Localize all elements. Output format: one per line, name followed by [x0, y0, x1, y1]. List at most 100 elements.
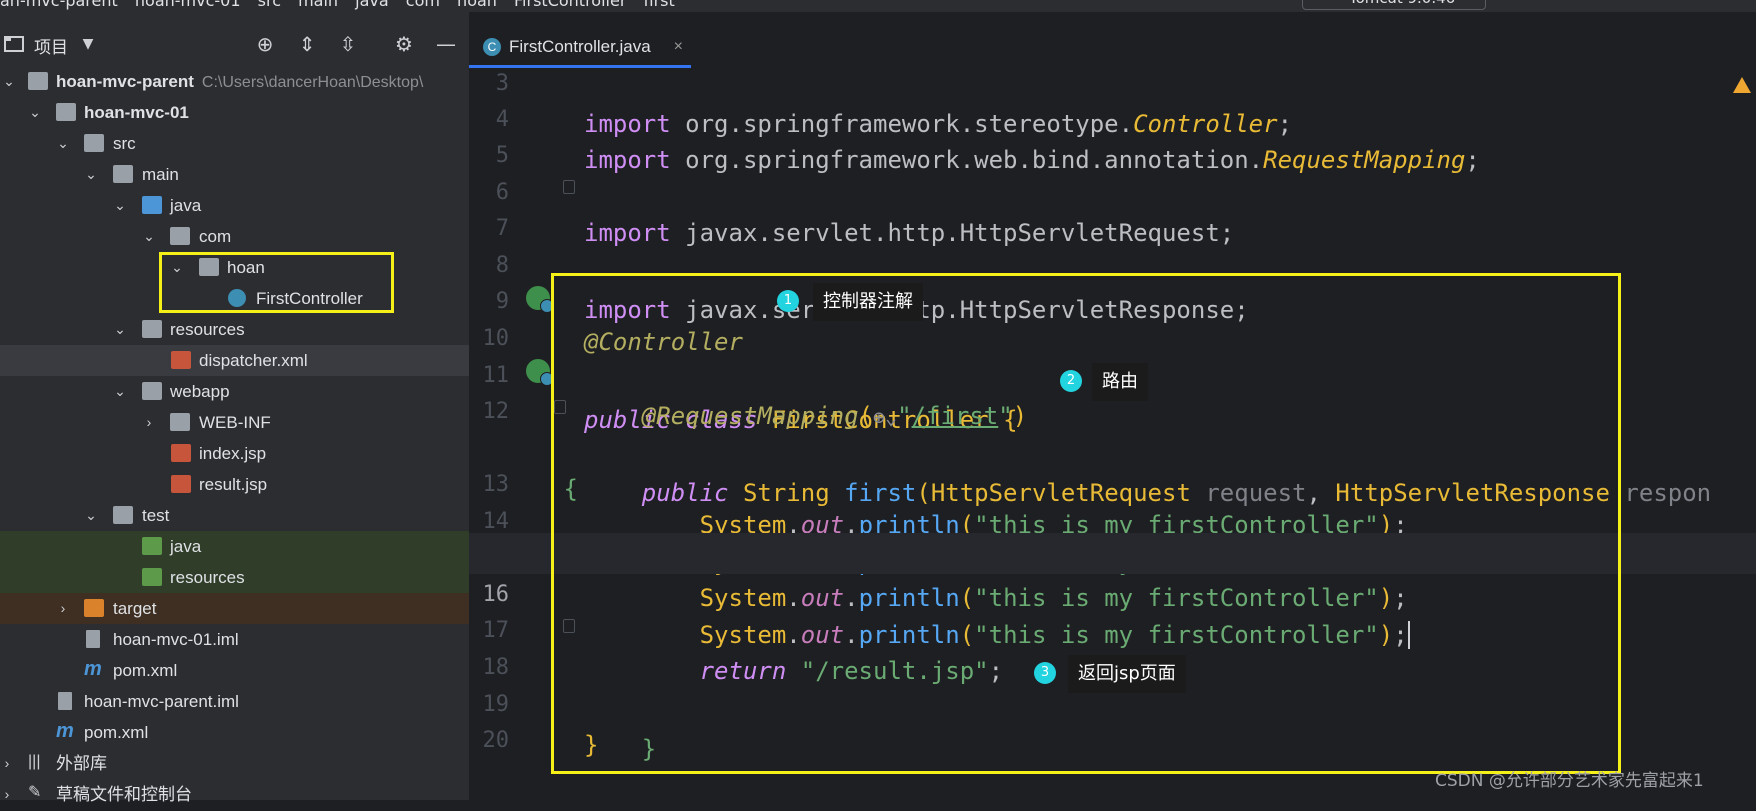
tree-item-test-resources[interactable]: resources	[0, 562, 469, 593]
fold-marker-icon[interactable]	[563, 180, 575, 194]
tree-item-resources[interactable]: ⌄ resources	[0, 314, 469, 345]
folder-icon	[113, 506, 133, 524]
annotation-badge: 1	[777, 290, 799, 312]
tree-item-label: pom.xml	[84, 723, 149, 742]
chevron-down-icon[interactable]: ⌄	[142, 221, 156, 252]
test-resources-folder-icon	[142, 568, 162, 586]
tree-item-external-libraries[interactable]: › ||| 外部库	[0, 748, 469, 779]
tree-item-hoan-mvc-parent-iml[interactable]: hoan-mvc-parent.iml	[0, 686, 469, 717]
breadcrumb-item[interactable]: hoan-mvc-01	[135, 0, 241, 10]
tree-item-label: index.jsp	[199, 444, 267, 463]
tree-item-java[interactable]: ⌄ java	[0, 190, 469, 221]
chevron-down-icon[interactable]: ⌄	[56, 128, 70, 159]
tree-item-label: hoan-mvc-01.iml	[113, 630, 239, 649]
tree-item-com[interactable]: ⌄ com	[0, 221, 469, 252]
library-icon: |||	[28, 753, 41, 770]
gear-icon[interactable]: ⚙	[392, 32, 416, 56]
project-view-title[interactable]: 项目	[34, 33, 68, 58]
scratches-icon: ✎	[28, 784, 42, 801]
chevron-down-icon[interactable]: ⌄	[113, 314, 127, 345]
chevron-right-icon[interactable]: ›	[142, 407, 156, 438]
breadcrumb-item[interactable]: hoan	[457, 0, 497, 10]
locate-icon[interactable]: ⊕	[253, 32, 277, 56]
code-line: 4 import org.springframework.web.bind.an…	[469, 58, 1756, 174]
tree-item-test-java[interactable]: java	[0, 531, 469, 562]
tree-item-scratches[interactable]: › ✎ 草稿文件和控制台	[0, 779, 469, 810]
code-line: 3 import org.springframework.stereotype.…	[469, 22, 1756, 138]
iml-file-icon	[86, 630, 100, 648]
code-line: 5	[469, 94, 1756, 168]
tree-item-label: hoan-mvc-01	[84, 103, 189, 122]
jsp-file-icon	[171, 475, 191, 493]
tree-item-label: resources	[170, 568, 245, 587]
tree-item-label: java	[170, 537, 202, 556]
tree-item-hoan-mvc-01[interactable]: ⌄ hoan-mvc-01	[0, 97, 469, 128]
tree-item-target[interactable]: › target	[0, 593, 469, 624]
tree-item-label: main	[142, 165, 179, 184]
chevron-right-icon[interactable]: ›	[0, 779, 14, 810]
tree-item-label: 外部库	[56, 754, 107, 773]
breadcrumb-item[interactable]: src	[258, 0, 281, 10]
code-line: 6 import javax.servlet.http.HttpServletR…	[469, 131, 1756, 247]
project-tool-window: 项目 ▼ ⊕ ⇕ ⇳ ⚙ — ⌄ hoan-mvc-parent C:\Users…	[0, 12, 469, 804]
breadcrumb-item[interactable]: com	[406, 0, 440, 10]
tree-item-label: dispatcher.xml	[199, 351, 308, 370]
tree-item-label: hoan-mvc-parent.iml	[84, 692, 239, 711]
tree-item-label: target	[113, 599, 157, 618]
tree-item-src[interactable]: ⌄ src	[0, 128, 469, 159]
folder-icon	[84, 134, 104, 152]
web-folder-icon	[142, 382, 162, 400]
run-configuration-select[interactable]: Tomcat 9.0.46	[1302, 0, 1486, 10]
chevron-down-icon[interactable]: ⌄	[84, 500, 98, 531]
breadcrumb-item[interactable]: java	[355, 0, 389, 10]
xml-file-icon	[171, 351, 191, 369]
breadcrumb-item[interactable]: an-mvc-parent	[0, 0, 118, 10]
tree-item-label: pom.xml	[113, 661, 178, 680]
expand-all-icon[interactable]: ⇕	[295, 32, 319, 56]
tree-item-main[interactable]: ⌄ main	[0, 159, 469, 190]
tree-item-hoan-mvc-parent[interactable]: ⌄ hoan-mvc-parent C:\Users\dancerHoan\Des…	[0, 66, 469, 97]
breadcrumb-item[interactable]: first	[643, 0, 674, 10]
chevron-down-icon[interactable]: ⌄	[113, 190, 127, 221]
warning-icon[interactable]	[1733, 77, 1751, 93]
breadcrumb-item[interactable]: FirstController	[514, 0, 626, 10]
tree-item-hoan-mvc-01-iml[interactable]: hoan-mvc-01.iml	[0, 624, 469, 655]
tree-item-label: resources	[170, 320, 245, 339]
collapse-all-icon[interactable]: ⇳	[336, 32, 360, 56]
code-line: 8	[469, 204, 1756, 278]
tree-item-parent-pom-xml[interactable]: m pom.xml	[0, 717, 469, 748]
tree-item-test[interactable]: ⌄ test	[0, 500, 469, 531]
annotation-label: 路由	[1092, 363, 1148, 401]
tree-item-label: 草稿文件和控制台	[56, 785, 192, 804]
tree-item-webapp[interactable]: ⌄ webapp	[0, 376, 469, 407]
chevron-down-icon[interactable]: ⌄	[84, 159, 98, 190]
chevron-down-icon[interactable]: ⌄	[113, 376, 127, 407]
spring-bean-gutter-icon[interactable]	[526, 286, 554, 313]
maven-icon: m	[84, 658, 102, 680]
source-folder-icon	[142, 196, 162, 214]
tree-item-label: webapp	[170, 382, 230, 401]
chevron-right-icon[interactable]: ›	[0, 748, 14, 779]
dropdown-arrow-icon[interactable]: ▼	[76, 32, 100, 56]
annotation-badge: 3	[1034, 662, 1056, 684]
jsp-file-icon	[171, 444, 191, 462]
maven-icon: m	[56, 720, 74, 742]
tree-item-label: test	[142, 506, 170, 525]
minimize-icon[interactable]: —	[434, 32, 458, 56]
module-folder-icon	[28, 72, 48, 90]
highlight-box-controller-class	[551, 273, 1621, 774]
tree-item-pom-xml[interactable]: m pom.xml	[0, 655, 469, 686]
tree-item-index-jsp[interactable]: index.jsp	[0, 438, 469, 469]
tree-item-web-inf[interactable]: › WEB-INF	[0, 407, 469, 438]
chevron-down-icon[interactable]: ⌄	[2, 66, 16, 97]
breadcrumb-item[interactable]: main	[298, 0, 338, 10]
tree-item-result-jsp[interactable]: result.jsp	[0, 469, 469, 500]
chevron-down-icon[interactable]: ⌄	[28, 97, 42, 128]
tree-item-dispatcher-xml[interactable]: dispatcher.xml	[0, 345, 469, 376]
resources-folder-icon	[142, 320, 162, 338]
chevron-right-icon[interactable]: ›	[56, 593, 70, 624]
project-folder-icon	[4, 36, 24, 52]
tree-item-label: src	[113, 134, 136, 153]
line-number: 20	[482, 728, 510, 753]
request-mapping-gutter-icon[interactable]	[526, 359, 554, 386]
